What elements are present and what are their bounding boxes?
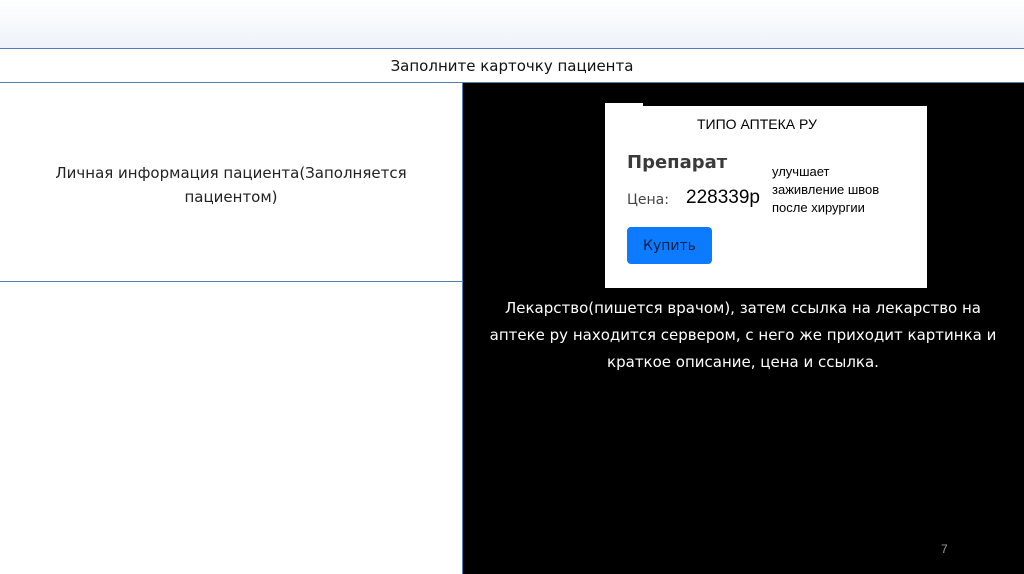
page-title: Заполните карточку пациента xyxy=(390,56,634,75)
product-description: улучшает заживление швов после хирургии xyxy=(772,164,880,215)
medicine-description: Лекарство(пишется врачом), затем ссылка … xyxy=(489,299,997,371)
patient-info-section: Личная информация пациента(Заполняется п… xyxy=(0,83,462,282)
left-panel: Личная информация пациента(Заполняется п… xyxy=(0,83,463,574)
top-band xyxy=(0,0,1024,49)
price-label: Цена: xyxy=(627,192,669,208)
page-number: 7 xyxy=(941,542,948,556)
patient-info-text: Личная информация пациента(Заполняется п… xyxy=(55,164,407,206)
right-panel: ТИПО АПТЕКА РУ Препарат Цена: 228339р ул… xyxy=(463,83,1024,574)
product-name: Препарат xyxy=(627,152,728,173)
product-card: ТИПО АПТЕКА РУ Препарат Цена: 228339р ул… xyxy=(605,103,927,288)
card-notch xyxy=(605,103,643,109)
pharmacy-site-name: ТИПО АПТЕКА РУ xyxy=(697,116,817,132)
buy-button[interactable]: Купить xyxy=(627,227,712,264)
price-value: 228339р xyxy=(686,187,760,208)
page-header: Заполните карточку пациента xyxy=(0,49,1024,83)
